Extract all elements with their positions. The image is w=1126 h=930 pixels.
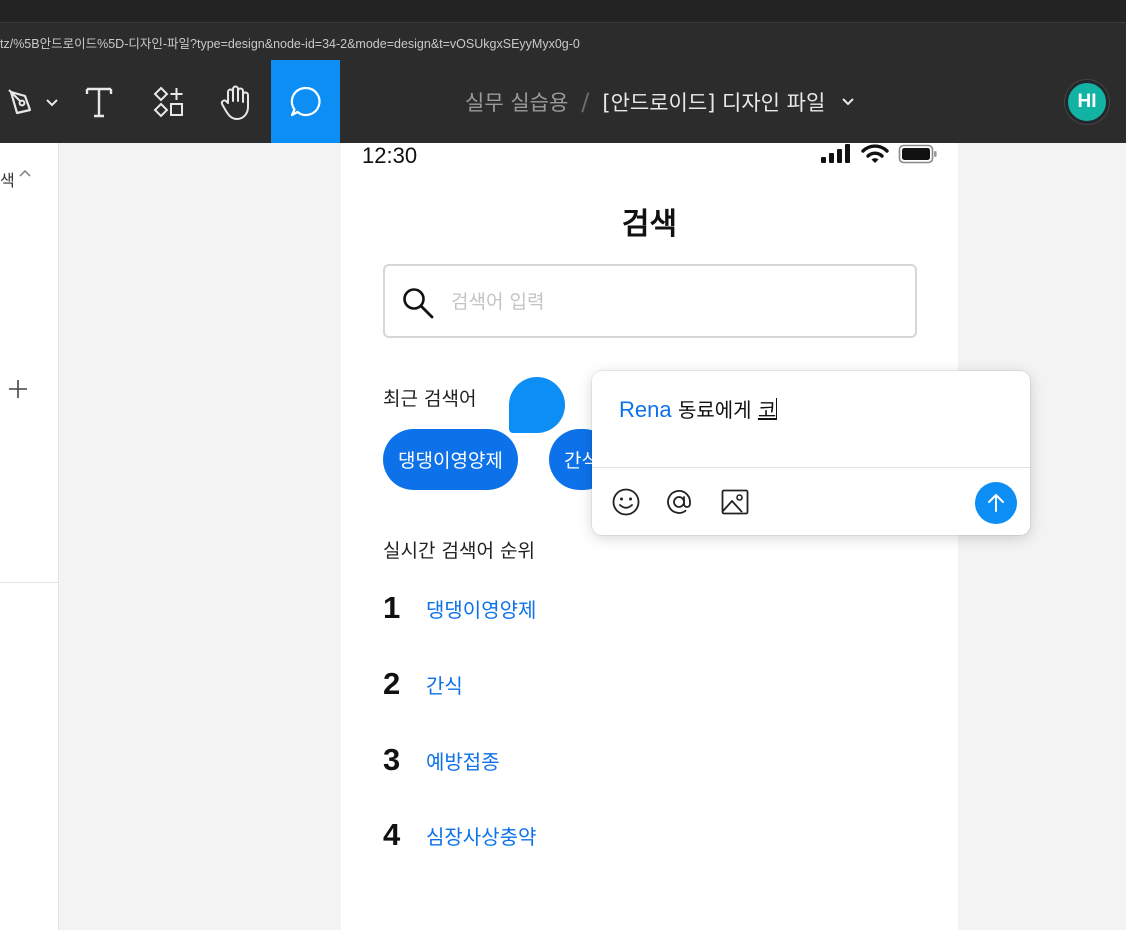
project-name[interactable]: 실무 실습용 — [465, 87, 568, 117]
hand-icon — [220, 85, 249, 120]
battery-icon — [898, 144, 937, 164]
text-caret — [776, 398, 778, 420]
mention: Rena — [619, 397, 672, 422]
comment-text: 동료에게 — [671, 398, 758, 422]
search-input[interactable] — [451, 286, 891, 318]
rank-keyword[interactable]: 댕댕이영양제 — [426, 594, 536, 623]
rank-number: 1 — [383, 590, 401, 625]
ranking-row[interactable]: 3 예방접종 — [383, 742, 500, 778]
file-name[interactable]: [안드로이드] 디자인 파일 — [602, 87, 825, 117]
emoji-button[interactable] — [606, 482, 646, 522]
wifi-icon — [861, 144, 889, 163]
components-icon — [153, 86, 183, 117]
image-button[interactable] — [715, 482, 755, 522]
comment-composer[interactable]: Rena 동료에게 코 — [592, 371, 1030, 535]
rank-keyword[interactable]: 심장사상충약 — [426, 821, 536, 850]
url-bar[interactable]: tz/%5B안드로이드%5D-디자인-파일?type=design&node-i… — [0, 22, 1126, 60]
plus-icon[interactable] — [8, 379, 28, 399]
breadcrumb: 실무 실습용 / [안드로이드] 디자인 파일 — [465, 60, 855, 143]
text-tool-button[interactable] — [70, 60, 128, 143]
signal-icon — [821, 144, 850, 163]
components-tool-button[interactable] — [138, 60, 200, 143]
status-icons — [820, 143, 938, 165]
rank-number: 3 — [383, 742, 401, 777]
rank-number: 2 — [383, 666, 401, 701]
comment-input[interactable]: Rena 동료에게 코 — [619, 394, 778, 423]
mention-button[interactable] — [659, 482, 699, 522]
rank-keyword[interactable]: 예방접종 — [426, 746, 500, 775]
panel-divider — [0, 582, 59, 583]
url-text[interactable]: tz/%5B안드로이드%5D-디자인-파일?type=design&node-i… — [0, 33, 580, 52]
avatar[interactable]: HI — [1065, 80, 1109, 124]
search-icon — [403, 288, 434, 319]
left-panel: 색 — [0, 143, 59, 930]
comment-pin[interactable] — [509, 377, 565, 433]
send-button[interactable] — [975, 482, 1017, 524]
recent-searches-label: 최근 검색어 — [383, 388, 477, 410]
ranking-row[interactable]: 4 심장사상충약 — [383, 817, 536, 853]
panel-section-label: 색 — [0, 171, 15, 190]
phone-frame[interactable]: 12:30 검색 최근 검색어 댕댕이영양제 간식 실시간 검색어 순위 — [341, 143, 958, 930]
comment-typed-text: 코 — [757, 398, 777, 422]
at-sign-icon — [667, 490, 691, 514]
ranking-row[interactable]: 1 댕댕이영양제 — [383, 590, 536, 626]
rank-number: 4 — [383, 817, 401, 852]
recent-chip[interactable]: 댕댕이영양제 — [383, 429, 518, 490]
search-box[interactable] — [383, 264, 917, 338]
chevron-down-icon[interactable] — [841, 97, 855, 107]
status-time: 12:30 — [362, 143, 418, 168]
pen-tool-button[interactable] — [0, 60, 68, 143]
hand-tool-button[interactable] — [204, 60, 268, 143]
comment-divider — [592, 467, 1030, 468]
image-icon — [721, 489, 749, 515]
pen-icon — [8, 88, 58, 114]
text-icon — [85, 87, 113, 117]
rank-keyword[interactable]: 간식 — [426, 670, 463, 699]
figma-toolbar: 실무 실습용 / [안드로이드] 디자인 파일 HI — [0, 60, 1126, 143]
screen-title: 검색 — [621, 207, 678, 242]
browser-top-strip — [0, 0, 1126, 22]
emoji-icon — [612, 488, 640, 516]
ranking-row[interactable]: 2 간식 — [383, 666, 463, 702]
comment-tool-button[interactable] — [271, 60, 340, 143]
comment-icon — [290, 86, 321, 116]
breadcrumb-separator: / — [581, 87, 590, 116]
chevron-up-icon[interactable] — [18, 168, 32, 178]
realtime-ranking-label: 실시간 검색어 순위 — [383, 540, 535, 562]
arrow-up-icon — [988, 494, 1004, 512]
